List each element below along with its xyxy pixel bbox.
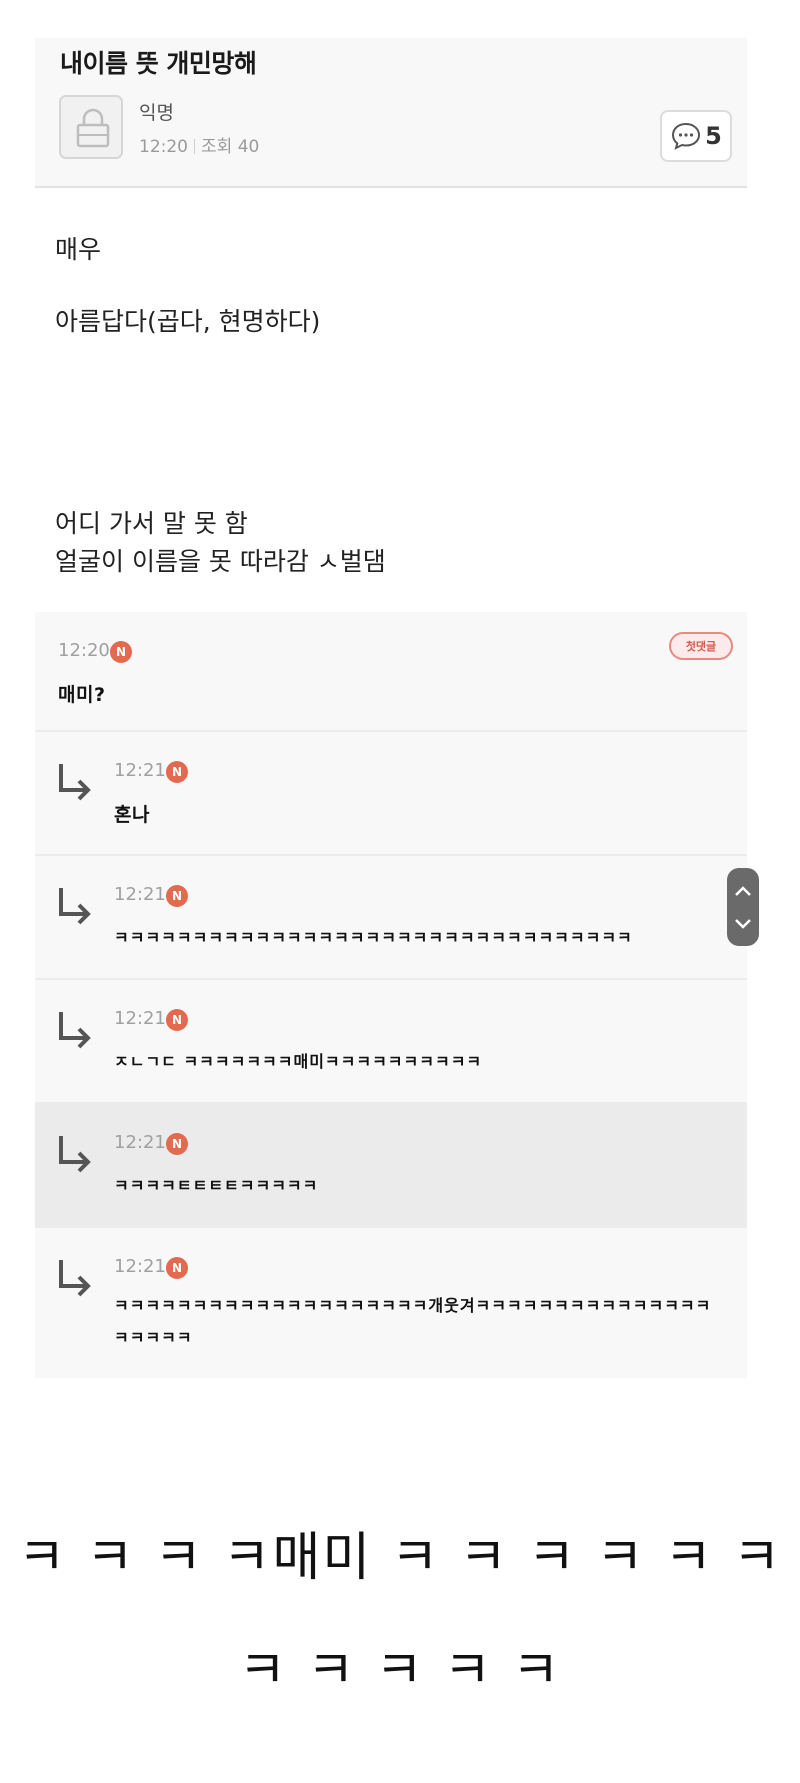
comment-count: 5 <box>705 122 722 150</box>
chevron-up-icon[interactable] <box>734 885 752 897</box>
caption-line: ㅋ ㅋ ㅋ ㅋ ㅋ <box>238 1641 562 1701</box>
views-count: 40 <box>237 137 260 157</box>
new-badge: N <box>166 761 188 783</box>
views-label: 조회 <box>201 137 233 157</box>
reply-arrow-icon <box>59 1260 91 1297</box>
meta-divider <box>194 139 195 154</box>
lock-icon <box>76 108 110 148</box>
first-comment-badge: 첫댓글 <box>669 632 733 660</box>
new-badge: N <box>166 1009 188 1031</box>
comment-time: 12:21 <box>114 1132 166 1153</box>
comment-time: 12:21 <box>114 884 166 905</box>
reply-arrow-icon <box>59 1136 91 1173</box>
reply-item[interactable]: 12:21 N ㅋㅋㅋㅋㅌㅌㅌㅌㅋㅋㅋㅋㅋ <box>35 1104 747 1228</box>
reply-item[interactable]: 12:21 N 혼나 <box>35 732 747 856</box>
reply-item[interactable]: 12:21 N ㅋㅋㅋㅋㅋㅋㅋㅋㅋㅋㅋㅋㅋㅋㅋㅋㅋㅋㅋㅋㅋㅋㅋㅋㅋㅋㅋㅋㅋㅋㅋㅋ… <box>35 856 747 980</box>
author-name: 익명 <box>139 102 174 124</box>
post-title: 내이름 뜻 개민망해 <box>60 49 257 78</box>
new-badge: N <box>166 1133 188 1155</box>
reply-item[interactable]: 12:21 N ㅋㅋㅋㅋㅋㅋㅋㅋㅋㅋㅋㅋㅋㅋㅋㅋㅋㅋㅋㅋ개웃겨ㅋㅋㅋㅋㅋㅋㅋㅋㅋ… <box>35 1228 747 1378</box>
speech-bubble-icon <box>672 122 701 150</box>
body-line: 매우 <box>55 235 102 264</box>
comment-text: 혼나 <box>114 804 150 826</box>
comment-time: 12:20 <box>58 640 110 661</box>
comment-text: 매미? <box>58 684 106 706</box>
reply-arrow-icon <box>59 764 91 801</box>
post-meta: 12:20 조회 40 <box>139 132 259 157</box>
reply-arrow-icon <box>59 1012 91 1049</box>
comment-text: ㅋㅋㅋㅋㅋㅋㅋㅋㅋㅋㅋㅋㅋㅋㅋㅋㅋㅋㅋㅋ개웃겨ㅋㅋㅋㅋㅋㅋㅋㅋㅋㅋㅋㅋㅋㅋㅋㅋㅋ… <box>114 1296 712 1347</box>
post-header: 내이름 뜻 개민망해 익명 12:20 조회 40 5 <box>35 38 747 188</box>
comment-text: ㅈㄴㄱㄷ ㅋㅋㅋㅋㅋㅋㅋ매미ㅋㅋㅋㅋㅋㅋㅋㅋㅋㅋ <box>114 1052 483 1071</box>
reply-arrow-icon <box>59 888 91 925</box>
comment-list: 12:20 N 매미? 첫댓글 12:21 N 혼나 12:21 N ㅋㅋㅋㅋㅋ… <box>35 612 747 1378</box>
body-line: 어디 가서 말 못 함 <box>55 509 248 538</box>
new-badge: N <box>110 641 132 663</box>
comment-item[interactable]: 12:20 N 매미? 첫댓글 <box>35 612 747 732</box>
body-line: 얼굴이 이름을 못 따라감 ㅅ벌댐 <box>55 547 386 576</box>
comment-text: ㅋㅋㅋㅋㅌㅌㅌㅌㅋㅋㅋㅋㅋ <box>114 1176 319 1195</box>
scroll-control <box>727 868 759 946</box>
reply-item[interactable]: 12:21 N ㅈㄴㄱㄷ ㅋㅋㅋㅋㅋㅋㅋ매미ㅋㅋㅋㅋㅋㅋㅋㅋㅋㅋ <box>35 980 747 1104</box>
caption-line: ㅋ ㅋ ㅋ ㅋ매미 ㅋ ㅋ ㅋ ㅋ ㅋ ㅋ <box>17 1528 783 1588</box>
comment-time: 12:21 <box>114 1008 166 1029</box>
new-badge: N <box>166 1257 188 1279</box>
comment-count-button[interactable]: 5 <box>660 110 732 162</box>
comment-time: 12:21 <box>114 760 166 781</box>
new-badge: N <box>166 885 188 907</box>
post-time: 12:20 <box>139 137 188 157</box>
anonymous-avatar <box>59 95 123 159</box>
body-line: 아름답다(곱다, 현명하다) <box>55 307 321 336</box>
comment-text: ㅋㅋㅋㅋㅋㅋㅋㅋㅋㅋㅋㅋㅋㅋㅋㅋㅋㅋㅋㅋㅋㅋㅋㅋㅋㅋㅋㅋㅋㅋㅋㅋㅋ <box>114 928 633 947</box>
chevron-down-icon[interactable] <box>734 918 752 930</box>
comment-time: 12:21 <box>114 1256 166 1277</box>
